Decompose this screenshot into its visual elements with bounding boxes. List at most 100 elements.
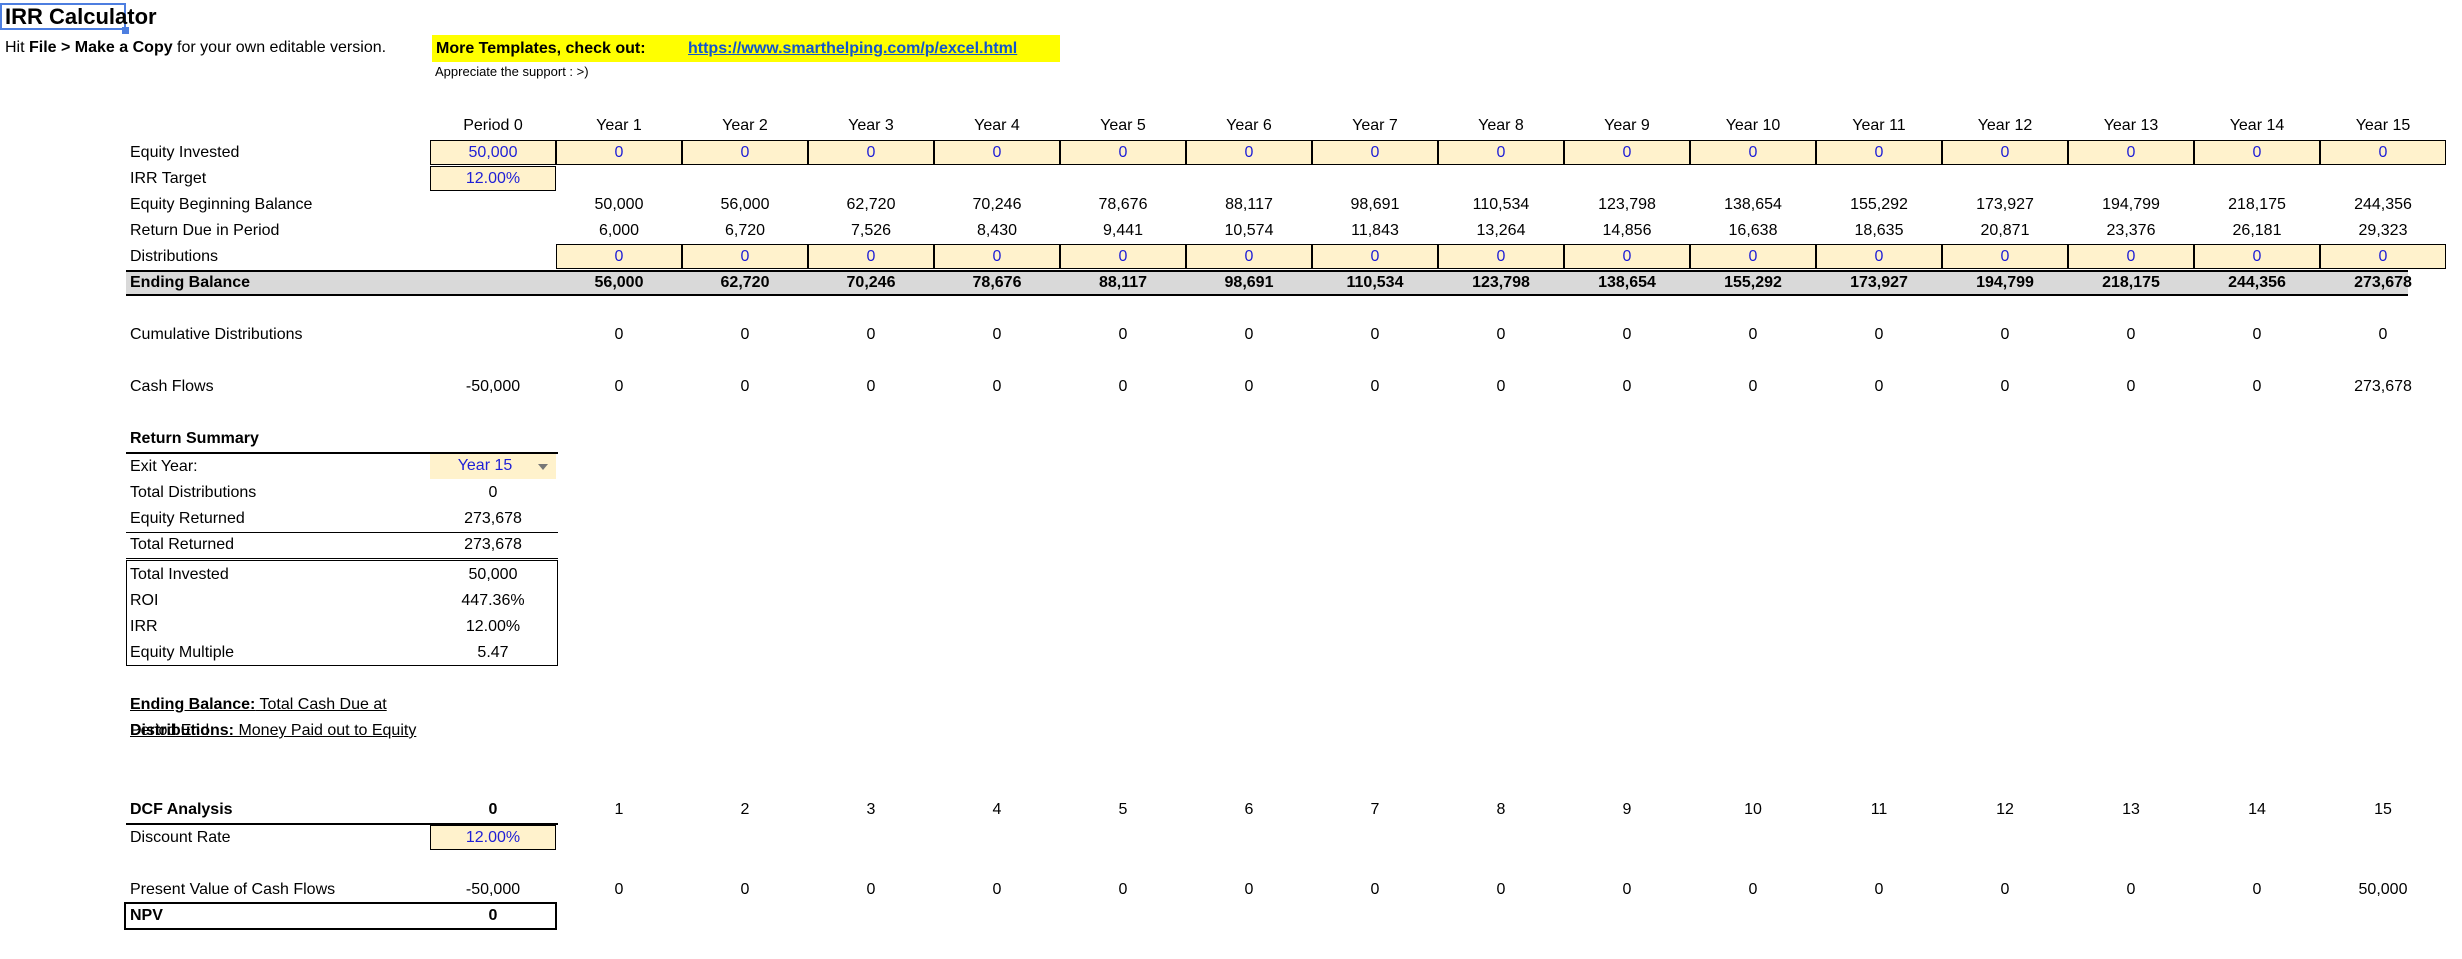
ending-balance-cell: 244,356 (2228, 274, 2286, 291)
cumulative-distributions-cell: 0 (1244, 326, 1254, 343)
equity-beginning-cell: 155,292 (1850, 196, 1908, 213)
templates-link[interactable]: https://www.smarthelping.com/p/excel.htm… (688, 35, 1017, 62)
distributions-cell[interactable]: 0 (1690, 244, 1816, 269)
note-ending-balance: Ending Balance: Total Cash Due at Period… (130, 692, 420, 739)
distributions-cell[interactable]: 0 (808, 244, 934, 269)
dcf-period-header: 3 (866, 801, 876, 818)
cumulative-distributions-cell: 0 (1370, 326, 1380, 343)
cumulative-distributions-cell: 0 (2378, 326, 2388, 343)
return-due-cell: 18,635 (1854, 222, 1904, 239)
cash-flows-label: Cash Flows (130, 378, 214, 395)
equity-invested-cell[interactable]: 0 (2068, 140, 2194, 165)
equity-invested-cell[interactable]: 0 (1942, 140, 2068, 165)
irr-target-label: IRR Target (130, 170, 207, 187)
dcf-period-header: 13 (2122, 801, 2140, 818)
equity-beginning-cell: 110,534 (1472, 196, 1530, 213)
present-value-cell: 0 (1118, 881, 1128, 898)
return-due-cell: 23,376 (2106, 222, 2156, 239)
hint-pre: Hit (5, 39, 29, 56)
period-header: Year 5 (1100, 117, 1146, 134)
period-header: Period 0 (463, 117, 523, 134)
distributions-cell[interactable]: 0 (2320, 244, 2446, 269)
equity-invested-cell[interactable]: 0 (2320, 140, 2446, 165)
present-value-cell: -50,000 (465, 881, 521, 898)
distributions-cell[interactable]: 0 (2068, 244, 2194, 269)
equity-invested-cell[interactable]: 0 (1564, 140, 1690, 165)
period-header: Year 3 (848, 117, 894, 134)
return-due-cell: 13,264 (1476, 222, 1526, 239)
ending-balance-cell: 62,720 (720, 274, 770, 291)
distributions-cell[interactable]: 0 (1312, 244, 1438, 269)
distributions-label: Distributions (130, 248, 219, 265)
return-due-label: Return Due in Period (130, 222, 280, 239)
distributions-cell[interactable]: 0 (934, 244, 1060, 269)
ending-balance-cell: 155,292 (1724, 274, 1782, 291)
equity-invested-cell[interactable]: 0 (1816, 140, 1942, 165)
equity-invested-cell[interactable]: 0 (1438, 140, 1564, 165)
equity-returned-value: 273,678 (464, 510, 522, 527)
distributions-cell[interactable]: 0 (2194, 244, 2320, 269)
distributions-cell[interactable]: 0 (1942, 244, 2068, 269)
present-value-cell: 0 (2126, 881, 2136, 898)
total-returned-label: Total Returned (130, 536, 235, 553)
cash-flows-cell: 0 (2252, 378, 2262, 395)
cumulative-distributions-cell: 0 (2000, 326, 2010, 343)
equity-invested-cell[interactable]: 50,000 (430, 140, 556, 165)
equity-invested-label: Equity Invested (130, 144, 240, 161)
note-distributions: Distributions: Money Paid out to Equity (130, 718, 420, 744)
note-ending-term: Ending Balance: (130, 696, 256, 713)
equity-beginning-cell: 62,720 (846, 196, 896, 213)
present-value-cell: 0 (2000, 881, 2010, 898)
return-due-cell: 6,720 (724, 222, 766, 239)
equity-invested-cell[interactable]: 0 (682, 140, 808, 165)
return-due-cell: 9,441 (1102, 222, 1144, 239)
distributions-cell[interactable]: 0 (1816, 244, 1942, 269)
ending-balance-cell: 70,246 (846, 274, 896, 291)
distributions-cell[interactable]: 0 (682, 244, 808, 269)
cash-flows-cell: 0 (1874, 378, 1884, 395)
equity-invested-cell[interactable]: 0 (556, 140, 682, 165)
cash-flows-cell: 0 (2000, 378, 2010, 395)
distributions-cell[interactable]: 0 (1564, 244, 1690, 269)
distributions-cell[interactable]: 0 (1438, 244, 1564, 269)
period-header: Year 15 (2355, 117, 2411, 134)
equity-invested-cell[interactable]: 0 (1312, 140, 1438, 165)
cumulative-distributions-cell: 0 (1622, 326, 1632, 343)
distributions-cell[interactable]: 0 (1060, 244, 1186, 269)
equity-invested-cell[interactable]: 0 (1690, 140, 1816, 165)
cumulative-distributions-cell: 0 (740, 326, 750, 343)
selection-handle[interactable] (122, 27, 129, 34)
total-invested-value: 50,000 (468, 566, 518, 583)
npv-value: 0 (488, 907, 498, 924)
total-returned-value: 273,678 (464, 536, 522, 553)
present-value-cell: 0 (1244, 881, 1254, 898)
ending-balance-cell: 138,654 (1598, 274, 1656, 291)
equity-beginning-cell: 50,000 (594, 196, 644, 213)
equity-invested-cell[interactable]: 0 (1186, 140, 1312, 165)
roi-value: 447.36% (461, 592, 525, 609)
period-header: Year 10 (1725, 117, 1781, 134)
equity-invested-cell[interactable]: 0 (808, 140, 934, 165)
hint-arrow: > (56, 39, 75, 56)
ending-balance-cell: 218,175 (2102, 274, 2160, 291)
equity-invested-cell[interactable]: 0 (1060, 140, 1186, 165)
total-invested-label: Total Invested (130, 566, 229, 583)
distributions-cell[interactable]: 0 (1186, 244, 1312, 269)
dcf-period-header: 1 (614, 801, 624, 818)
dcf-period-header: 2 (740, 801, 750, 818)
present-value-cell: 0 (1370, 881, 1380, 898)
equity-invested-cell[interactable]: 0 (934, 140, 1060, 165)
equity-invested-cell[interactable]: 0 (2194, 140, 2320, 165)
sheet-title[interactable]: IRR Calculator (0, 3, 157, 30)
dcf-period-header: 15 (2374, 801, 2392, 818)
dcf-period-header: 9 (1622, 801, 1632, 818)
return-due-cell: 26,181 (2232, 222, 2282, 239)
promo-banner: More Templates, check out: https://www.s… (432, 35, 1060, 62)
copy-hint: Hit File > Make a Copy for your own edit… (5, 39, 386, 57)
distributions-cell[interactable]: 0 (556, 244, 682, 269)
equity-multiple-value: 5.47 (477, 644, 509, 661)
irr-target-input[interactable]: 12.00% (430, 166, 556, 191)
cumulative-distributions-cell: 0 (2252, 326, 2262, 343)
npv-label: NPV (130, 907, 163, 924)
discount-rate-input[interactable]: 12.00% (430, 825, 556, 850)
